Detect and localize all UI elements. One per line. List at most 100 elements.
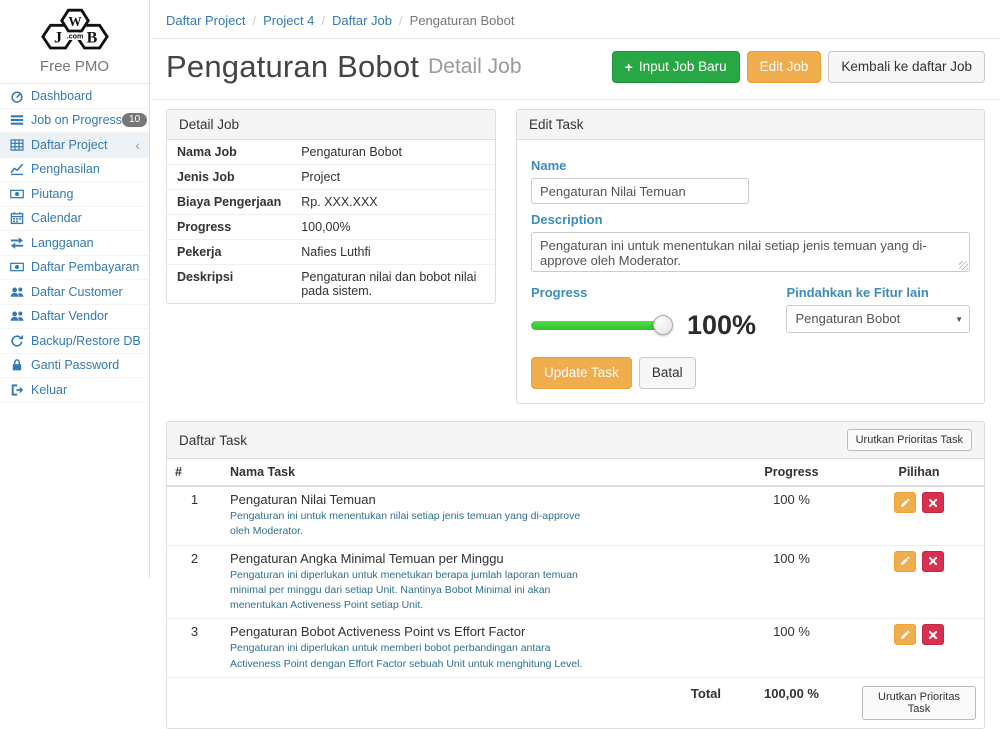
edit-task-row-button[interactable] — [894, 492, 916, 513]
page-subtitle: Detail Job — [428, 55, 521, 79]
sidebar-item-penghasilan[interactable]: Penghasilan — [0, 158, 149, 183]
table-row: 1 Pengaturan Nilai Temuan Pengaturan ini… — [167, 486, 984, 545]
logo-dot-com: .com — [66, 33, 83, 41]
page-header: Pengaturan Bobot Detail Job +Input Job B… — [151, 39, 1000, 100]
batal-button[interactable]: Batal — [639, 357, 696, 389]
chevron-left-icon: ‹ — [135, 138, 140, 152]
detail-row: Nama Job Pengaturan Bobot — [167, 140, 495, 165]
sidebar-item-piutang[interactable]: Piutang — [0, 182, 149, 207]
move-feature-select[interactable]: Pengaturan Bobot ▼ — [786, 305, 970, 333]
detail-row: Pekerja Nafies Luthfi — [167, 240, 495, 265]
x-icon — [927, 629, 939, 641]
input-job-baru-button[interactable]: +Input Job Baru — [612, 51, 740, 84]
app-logo[interactable]: J W B .com Free PMO — [0, 0, 149, 84]
header-actions: +Input Job Baru Edit Job Kembali ke daft… — [612, 51, 985, 84]
users-icon — [9, 308, 25, 324]
caret-down-icon: ▼ — [955, 315, 963, 324]
sidebar-item-backup-restore-db[interactable]: Backup/Restore DB — [0, 329, 149, 354]
col-header-actions: Pilihan — [854, 459, 984, 486]
sidebar-item-daftar-customer[interactable]: Daftar Customer — [0, 280, 149, 305]
brand-label: Free PMO — [4, 58, 145, 75]
table-row: 3 Pengaturan Bobot Activeness Point vs E… — [167, 619, 984, 677]
sidebar-item-daftar-project[interactable]: Daftar Project ‹ — [0, 133, 149, 158]
sort-priority-button-bottom[interactable]: Urutkan Prioritas Task — [862, 686, 976, 720]
detail-job-panel: Detail Job Nama Job Pengaturan Bobot Jen… — [166, 109, 496, 304]
sidebar-item-langganan[interactable]: Langganan — [0, 231, 149, 256]
detail-row: Jenis Job Project — [167, 165, 495, 190]
sidebar: J W B .com Free PMO Dashboard Job on Pro… — [0, 0, 150, 578]
daftar-task-panel: Daftar Task Urutkan Prioritas Task # Nam… — [166, 421, 985, 729]
col-header-progress: Progress — [729, 459, 854, 486]
plus-icon: + — [625, 59, 633, 76]
x-icon — [927, 555, 939, 567]
svg-text:W: W — [68, 14, 82, 29]
calendar-icon — [9, 210, 25, 226]
edit-task-row-button[interactable] — [894, 624, 916, 645]
sort-priority-button-top[interactable]: Urutkan Prioritas Task — [847, 429, 972, 451]
svg-text:J: J — [53, 29, 61, 46]
svg-text:B: B — [86, 29, 97, 46]
detail-row: Deskripsi Pengaturan nilai dan bobot nil… — [167, 265, 495, 304]
breadcrumb-daftar-project[interactable]: Daftar Project — [166, 13, 245, 28]
delete-task-row-button[interactable] — [922, 551, 944, 572]
sidebar-item-daftar-pembayaran[interactable]: Daftar Pembayaran — [0, 256, 149, 281]
update-task-button[interactable]: Update Task — [531, 357, 632, 389]
detail-row: Biaya Pengerjaan Rp. XXX.XXX — [167, 190, 495, 215]
total-label: Total — [222, 677, 729, 728]
dashboard-icon — [9, 88, 25, 104]
move-feature-selected-value: Pengaturan Bobot — [795, 311, 900, 326]
sidebar-item-daftar-vendor[interactable]: Daftar Vendor — [0, 305, 149, 330]
sidebar-item-keluar[interactable]: Keluar — [0, 378, 149, 403]
refresh-icon — [9, 333, 25, 349]
table-icon — [9, 137, 25, 153]
breadcrumb-current: Pengaturan Bobot — [410, 13, 515, 28]
lock-icon — [9, 357, 25, 373]
content-area: Detail Job Nama Job Pengaturan Bobot Jen… — [151, 100, 1000, 729]
slider-handle[interactable] — [653, 315, 673, 335]
sidebar-item-ganti-password[interactable]: Ganti Password — [0, 354, 149, 379]
chart-icon — [9, 161, 25, 177]
sidebar-item-calendar[interactable]: Calendar — [0, 207, 149, 232]
task-name-input[interactable] — [531, 178, 749, 204]
sidebar-item-dashboard[interactable]: Dashboard — [0, 84, 149, 109]
detail-job-panel-title: Detail Job — [167, 110, 495, 140]
tasks-icon — [9, 112, 25, 128]
retweet-icon — [9, 235, 25, 251]
users-icon — [9, 284, 25, 300]
main-content: Daftar Project/Project 4/Daftar Job/Peng… — [151, 0, 1000, 578]
edit-task-row-button[interactable] — [894, 551, 916, 572]
edit-task-panel: Edit Task Name Description Pengaturan in… — [516, 109, 985, 404]
col-header-name: Nama Task — [222, 459, 729, 486]
breadcrumb-project-4[interactable]: Project 4 — [263, 13, 314, 28]
kembali-button[interactable]: Kembali ke daftar Job — [828, 51, 985, 84]
progress-value: 100% — [687, 310, 756, 341]
jwb-logo-icon: J W B .com — [23, 6, 127, 56]
name-label: Name — [531, 158, 970, 173]
pencil-icon — [899, 629, 911, 641]
col-header-no: # — [167, 459, 222, 486]
delete-task-row-button[interactable] — [922, 624, 944, 645]
edit-job-button[interactable]: Edit Job — [747, 51, 822, 84]
table-row: 2 Pengaturan Angka Minimal Temuan per Mi… — [167, 545, 984, 619]
page-title: Pengaturan Bobot — [166, 49, 419, 85]
task-table: # Nama Task Progress Pilihan 1 Pengatura… — [167, 459, 984, 728]
task-table-body: 1 Pengaturan Nilai Temuan Pengaturan ini… — [167, 486, 984, 677]
breadcrumb-daftar-job[interactable]: Daftar Job — [332, 13, 392, 28]
detail-job-table: Nama Job Pengaturan Bobot Jenis Job Proj… — [167, 140, 495, 303]
delete-task-row-button[interactable] — [922, 492, 944, 513]
progress-label: Progress — [531, 285, 772, 300]
signout-icon — [9, 382, 25, 398]
breadcrumb: Daftar Project/Project 4/Daftar Job/Peng… — [151, 0, 1000, 39]
move-feature-label: Pindahkan ke Fitur lain — [786, 285, 970, 300]
task-description-textarea[interactable]: Pengaturan ini untuk menentukan nilai se… — [531, 232, 970, 272]
count-badge: 10 — [122, 113, 147, 127]
pencil-icon — [899, 497, 911, 509]
daftar-task-panel-title: Daftar Task — [179, 433, 247, 448]
sidebar-item-job-on-progress[interactable]: Job on Progress 10 — [0, 109, 149, 134]
pencil-icon — [899, 555, 911, 567]
total-value: 100,00 % — [729, 677, 854, 728]
money-icon — [9, 186, 25, 202]
detail-job-rows: Nama Job Pengaturan Bobot Jenis Job Proj… — [167, 140, 495, 303]
detail-row: Progress 100,00% — [167, 215, 495, 240]
progress-slider[interactable] — [531, 321, 663, 330]
